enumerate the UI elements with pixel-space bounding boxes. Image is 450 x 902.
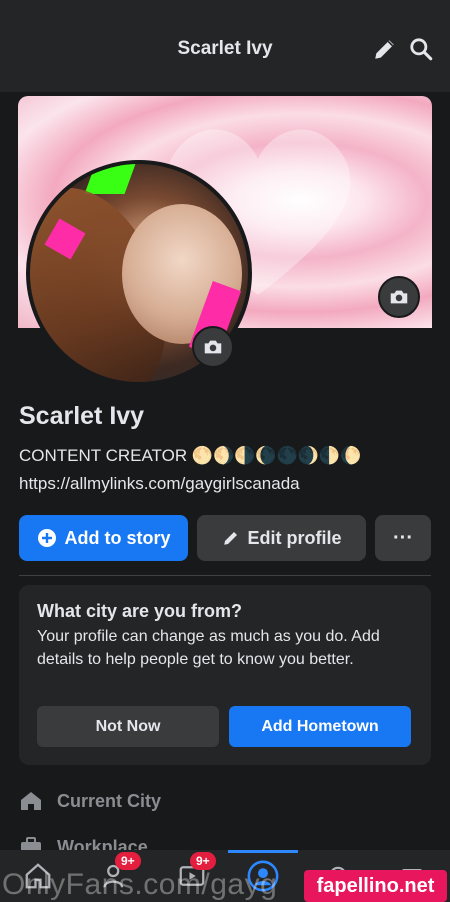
- profile-name: Scarlet Ivy: [19, 402, 145, 430]
- camera-icon: [390, 290, 408, 304]
- add-hometown-button[interactable]: Add Hometown: [229, 706, 411, 747]
- edit-profile-button[interactable]: Edit profile: [197, 515, 366, 561]
- edit-avatar-camera-button[interactable]: [192, 326, 234, 368]
- profile-bio: CONTENT CREATOR 🌕🌖🌗🌘🌑🌒🌓🌔: [19, 446, 362, 465]
- add-to-story-label: Add to story: [64, 527, 171, 548]
- watermark-left: OnlyFans.com/gayg: [2, 868, 278, 901]
- prompt-title: What city are you from?: [37, 601, 243, 621]
- current-city-row[interactable]: Current City: [19, 786, 161, 816]
- more-options-label: ···: [393, 526, 413, 549]
- current-city-label: Current City: [57, 790, 162, 811]
- pencil-icon: [222, 529, 240, 547]
- top-header: Scarlet Ivy: [0, 0, 450, 92]
- add-to-story-button[interactable]: Add to story: [19, 515, 188, 561]
- edit-cover-camera-button[interactable]: [378, 276, 420, 318]
- home-icon: [19, 789, 43, 813]
- edit-pencil-icon[interactable]: [372, 36, 398, 62]
- profile-link[interactable]: https://allmylinks.com/gaygirlscanada: [19, 474, 300, 494]
- divider: [19, 575, 431, 576]
- watermark-right: fapellino.net: [304, 870, 447, 902]
- plus-circle-icon: [37, 528, 57, 548]
- more-options-button[interactable]: ···: [375, 515, 431, 561]
- search-icon[interactable]: [408, 36, 434, 62]
- not-now-button[interactable]: Not Now: [37, 706, 219, 747]
- edit-profile-label: Edit profile: [247, 527, 342, 548]
- prompt-body: Your profile can change as much as you d…: [37, 628, 380, 668]
- camera-icon: [204, 340, 222, 354]
- active-tab-indicator: [228, 850, 298, 853]
- hometown-prompt-card: What city are you from? Your profile can…: [19, 585, 431, 765]
